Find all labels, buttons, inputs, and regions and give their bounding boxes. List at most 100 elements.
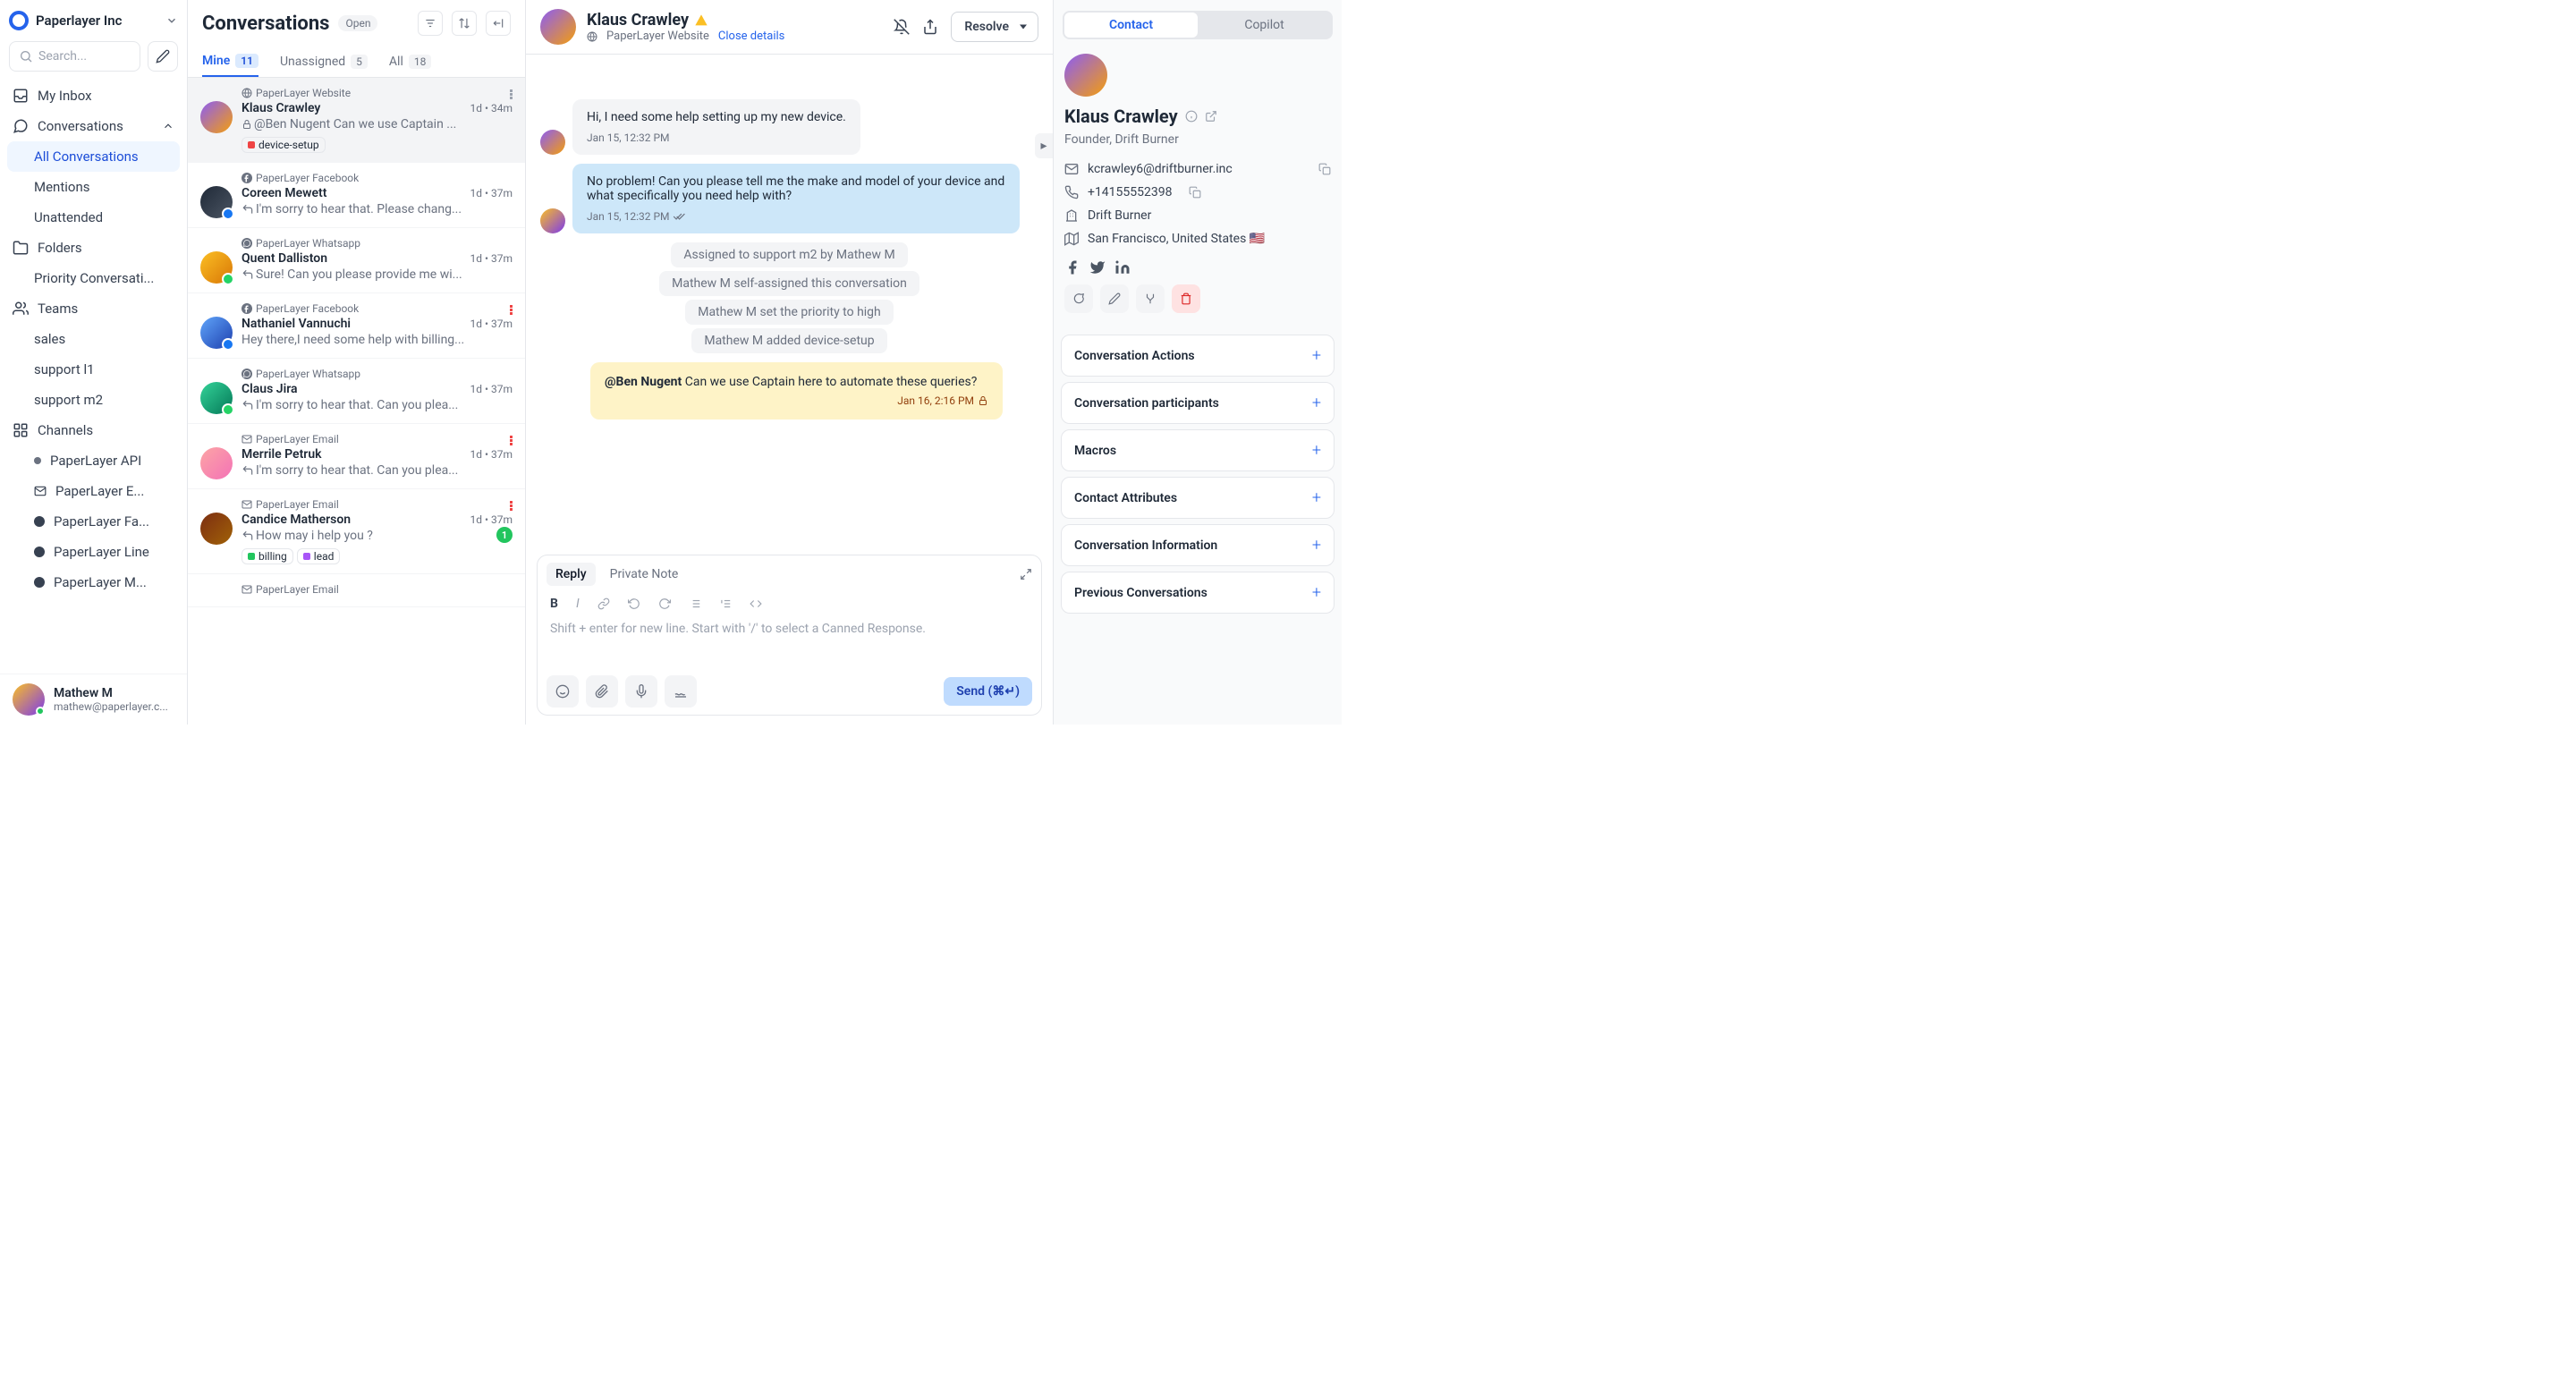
avatar	[200, 186, 233, 218]
nav-my-inbox[interactable]: My Inbox	[0, 81, 187, 111]
conversation-item[interactable]: PaperLayer Email	[188, 574, 525, 607]
nav-folders[interactable]: Folders	[0, 233, 187, 263]
nav-teams[interactable]: Teams	[0, 293, 187, 324]
new-conv-button[interactable]	[1064, 284, 1093, 313]
list-ul-button[interactable]	[689, 598, 701, 610]
contact-name: Klaus Crawley	[587, 11, 689, 30]
undo-button[interactable]	[628, 598, 640, 610]
copy-icon[interactable]	[1318, 163, 1331, 175]
link-button[interactable]	[597, 598, 610, 610]
plus-icon: +	[1312, 536, 1321, 555]
nav-unattended[interactable]: Unattended	[0, 202, 187, 233]
tab-all[interactable]: All18	[389, 47, 431, 77]
contact-name: Claus Jira	[242, 382, 298, 396]
conversation-item[interactable]: PaperLayer Website Klaus Crawley1d • 34m…	[188, 78, 525, 163]
external-link-icon[interactable]	[1205, 110, 1217, 123]
nav-channel-email[interactable]: PaperLayer E...	[0, 476, 187, 506]
accordion-section[interactable]: Conversation Actions+	[1061, 335, 1335, 377]
accordion-section[interactable]: Conversation Information+	[1061, 524, 1335, 566]
list-ol-button[interactable]	[719, 598, 732, 610]
nav-priority[interactable]: Priority Conversati...	[0, 263, 187, 293]
collapse-button[interactable]	[486, 11, 511, 36]
status-chip[interactable]: Open	[338, 15, 377, 31]
nav-all-conversations[interactable]: All Conversations	[7, 141, 180, 172]
plus-icon: +	[1312, 394, 1321, 412]
edit-contact-button[interactable]	[1100, 284, 1129, 313]
mute-icon[interactable]	[894, 19, 910, 35]
nav-channel-line[interactable]: PaperLayer Line	[0, 537, 187, 567]
tab-unassigned[interactable]: Unassigned5	[280, 47, 368, 77]
nav-mentions[interactable]: Mentions	[0, 172, 187, 202]
accordion-section[interactable]: Contact Attributes+	[1061, 477, 1335, 519]
message-preview: I'm sorry to hear that. Can you plea...	[242, 463, 513, 478]
attach-button[interactable]	[586, 675, 618, 708]
org-switcher[interactable]: Paperlayer Inc	[0, 0, 187, 41]
resolve-button[interactable]: Resolve	[951, 12, 1038, 42]
delete-button[interactable]	[1172, 284, 1200, 313]
redo-button[interactable]	[658, 598, 671, 610]
conversation-item[interactable]: PaperLayer Facebook Nathaniel Vannuchi1d…	[188, 293, 525, 359]
message-input[interactable]: Shift + enter for new line. Start with '…	[538, 614, 1041, 668]
tab-copilot[interactable]: Copilot	[1198, 13, 1331, 38]
code-button[interactable]	[750, 598, 762, 610]
audio-button[interactable]	[625, 675, 657, 708]
mention: @Ben Nugent	[605, 375, 682, 389]
tab-contact[interactable]: Contact	[1064, 13, 1198, 38]
user-menu[interactable]: Mathew M mathew@paperlayer.c...	[0, 674, 187, 725]
accordion-section[interactable]: Previous Conversations+	[1061, 572, 1335, 614]
private-note-tab[interactable]: Private Note	[601, 563, 688, 586]
italic-button[interactable]: I	[576, 597, 580, 611]
mail-icon	[1064, 162, 1079, 176]
nav-team-support1[interactable]: support l1	[0, 354, 187, 385]
nav-channel-api[interactable]: PaperLayer API	[0, 445, 187, 476]
nav-channel-fb[interactable]: PaperLayer Fa...	[0, 506, 187, 537]
tab-mine[interactable]: Mine11	[202, 47, 258, 77]
twitter-icon[interactable]	[1089, 259, 1106, 275]
avatar	[200, 513, 233, 545]
linkedin-icon[interactable]	[1114, 259, 1131, 275]
message-text: Hi, I need some help setting up my new d…	[587, 110, 846, 124]
accordion-section[interactable]: Conversation participants+	[1061, 382, 1335, 424]
nav-team-sales[interactable]: sales	[0, 324, 187, 354]
compose-button[interactable]	[148, 41, 178, 72]
warning-icon	[694, 13, 708, 28]
expand-panel-button[interactable]: ▸	[1035, 133, 1053, 158]
nav-conversations[interactable]: Conversations	[0, 111, 187, 141]
org-name: Paperlayer Inc	[36, 13, 158, 29]
conversation-item[interactable]: PaperLayer Whatsapp Quent Dalliston1d • …	[188, 228, 525, 293]
avatar	[200, 447, 233, 479]
user-email: mathew@paperlayer.c...	[54, 700, 168, 713]
reply-tab[interactable]: Reply	[547, 563, 596, 586]
sign-button[interactable]	[665, 675, 697, 708]
inbox-icon	[13, 88, 29, 104]
search-input[interactable]: Search...	[9, 41, 140, 72]
sort-button[interactable]	[452, 11, 477, 36]
share-icon[interactable]	[922, 19, 938, 35]
conversation-item[interactable]: PaperLayer Facebook Coreen Mewett1d • 37…	[188, 163, 525, 228]
conversation-item[interactable]: PaperLayer Email Merrile Petruk1d • 37m …	[188, 424, 525, 489]
paperclip-icon	[595, 684, 609, 699]
system-message: Mathew M added device-setup	[691, 328, 886, 353]
info-icon[interactable]	[1185, 110, 1198, 123]
nav-label: Channels	[38, 422, 93, 438]
source-label: PaperLayer Email	[242, 583, 339, 596]
expand-icon[interactable]	[1020, 568, 1032, 581]
emoji-button[interactable]	[547, 675, 579, 708]
conversation-item[interactable]: PaperLayer Email Candice Matherson1d • 3…	[188, 489, 525, 574]
conversation-item[interactable]: PaperLayer Whatsapp Claus Jira1d • 37m I…	[188, 359, 525, 424]
nav-team-support2[interactable]: support m2	[0, 385, 187, 415]
conversation-list[interactable]: PaperLayer Website Klaus Crawley1d • 34m…	[188, 78, 525, 725]
bold-button[interactable]: B	[550, 597, 558, 611]
map-icon	[1064, 232, 1079, 246]
facebook-icon[interactable]	[1064, 259, 1080, 275]
merge-button[interactable]	[1136, 284, 1165, 313]
nav-channels[interactable]: Channels	[0, 415, 187, 445]
priority-icon	[510, 501, 513, 511]
copy-icon[interactable]	[1189, 186, 1201, 199]
close-details-link[interactable]: Close details	[718, 30, 784, 43]
details-panel: Contact Copilot Klaus Crawley Founder, D…	[1054, 0, 1342, 725]
nav-channel-m[interactable]: PaperLayer M...	[0, 567, 187, 598]
filter-button[interactable]	[418, 11, 443, 36]
accordion-section[interactable]: Macros+	[1061, 429, 1335, 471]
send-button[interactable]: Send (⌘↵)	[944, 677, 1032, 706]
